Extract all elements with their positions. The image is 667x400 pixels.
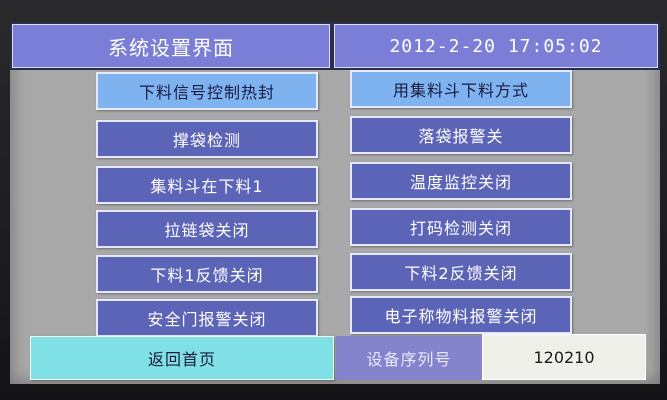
bag-drop-alarm-button[interactable]: 落袋报警关 [350,116,572,154]
hopper-feed1-button[interactable]: 集料斗在下料1 [96,166,318,204]
temperature-monitor-button[interactable]: 温度监控关闭 [350,162,572,200]
serial-number-label: 设备序列号 [336,336,482,380]
feed-signal-heat-seal-button[interactable]: 下料信号控制热封 [96,72,318,110]
bag-open-detect-button[interactable]: 撑袋检测 [96,120,318,158]
serial-number-value: 120210 [482,334,646,380]
zipper-bag-button[interactable]: 拉链袋关闭 [96,210,318,248]
feed1-feedback-button[interactable]: 下料1反馈关闭 [96,255,318,293]
code-print-detect-button[interactable]: 打码检测关闭 [350,208,572,246]
hopper-feed-mode-button[interactable]: 用集料斗下料方式 [350,70,572,108]
datetime-display: 2012-2-20 17:05:02 [334,24,658,68]
page-title: 系统设置界面 [12,24,330,68]
return-home-button[interactable]: 返回首页 [30,336,334,380]
scale-material-alarm-button[interactable]: 电子称物料报警关闭 [350,296,572,334]
feed2-feedback-button[interactable]: 下料2反馈关闭 [350,253,572,291]
title-bar: 系统设置界面 2012-2-20 17:05:02 [10,22,660,70]
hmi-screen: 系统设置界面 2012-2-20 17:05:02 下料信号控制热封 撑袋检测 … [10,22,660,384]
safety-door-alarm-button[interactable]: 安全门报警关闭 [96,299,318,337]
